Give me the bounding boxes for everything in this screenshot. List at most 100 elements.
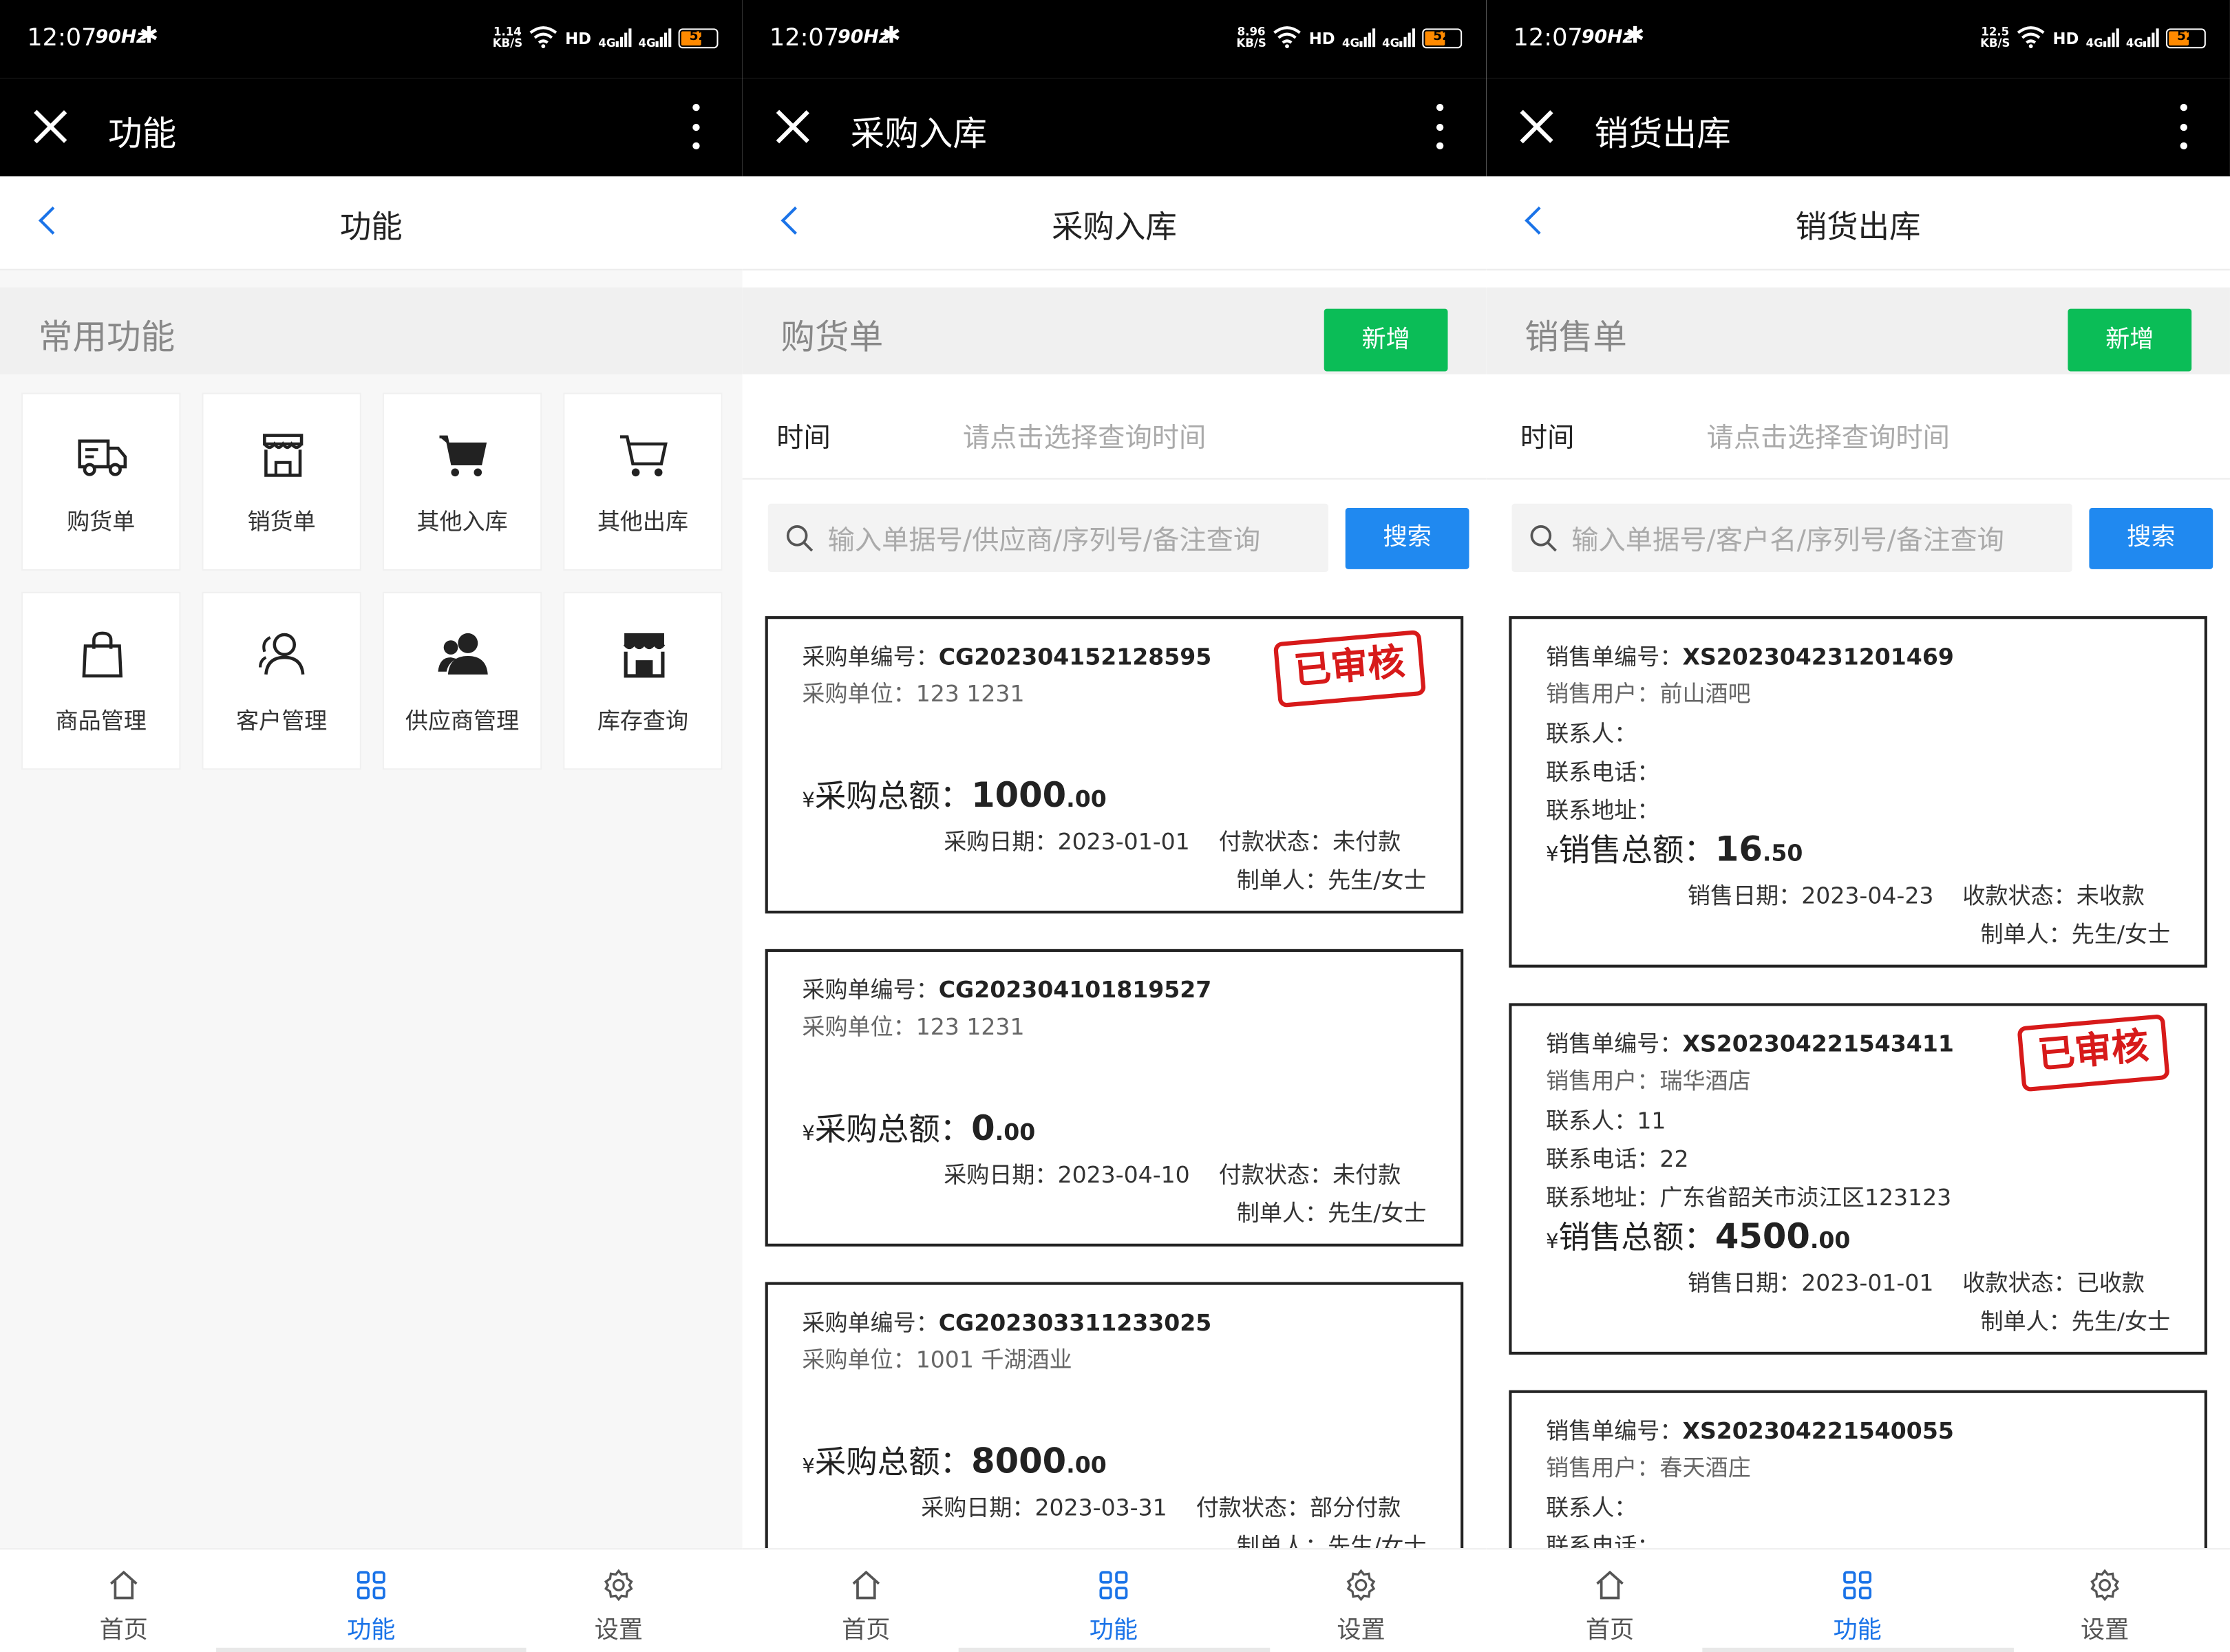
- truck-icon: [78, 439, 127, 476]
- purchase-order-card[interactable]: 采购单编号：CG202303311233025 采购单位：1001 千湖酒业 ¥…: [765, 1282, 1464, 1580]
- time-picker[interactable]: 请点击选择查询时间: [1707, 417, 1950, 456]
- contact-person: 联系人：: [1546, 720, 1637, 748]
- function-customer-management[interactable]: 客户管理: [202, 591, 361, 770]
- search-input[interactable]: 输入单据号/供应商/序列号/备注查询: [767, 503, 1328, 573]
- sales-date-status: 销售日期：2023-04-23 收款状态：未收款: [1687, 882, 2145, 909]
- net-speed: 1.14 KB/S: [492, 25, 523, 50]
- signal-4g-2: 4G: [638, 26, 672, 50]
- bottom-tab-bar: 首页 功能 设置: [742, 1548, 1487, 1652]
- function-sales-order[interactable]: 销货单: [202, 392, 361, 571]
- search-icon: [786, 525, 814, 552]
- tab-functions[interactable]: 功能: [990, 1549, 1238, 1652]
- bottom-tab-bar: 首页 功能 设置: [1486, 1548, 2230, 1652]
- tab-settings[interactable]: 设置: [495, 1549, 743, 1652]
- sales-customer: 销售用户：前山酒吧: [1546, 680, 1751, 708]
- nav-bar: 功能: [0, 176, 743, 271]
- tab-functions[interactable]: 功能: [1734, 1549, 1982, 1652]
- gear-icon: [1346, 1569, 1376, 1602]
- status-right: 12.5 KB/S HD 4G 4G 52: [1980, 21, 2206, 56]
- purchase-date-status: 采购日期：2023-01-01 付款状态：未付款: [944, 828, 1401, 856]
- gesture-bar: [958, 1647, 1271, 1652]
- more-menu-icon[interactable]: [2179, 103, 2187, 150]
- function-supplier-management[interactable]: 供应商管理: [382, 591, 542, 770]
- close-icon[interactable]: [31, 108, 68, 145]
- section-title: 销售单: [1525, 317, 1627, 357]
- close-icon[interactable]: [1518, 108, 1555, 145]
- gear-icon: [2090, 1569, 2119, 1602]
- time-picker[interactable]: 请点击选择查询时间: [963, 417, 1206, 456]
- cart-filled-icon: [439, 435, 487, 477]
- nav-bar: 采购入库: [742, 176, 1487, 271]
- signal-4g-1: 4G: [2086, 26, 2119, 50]
- contact-address: 联系地址：广东省韶关市浈江区123123: [1546, 1183, 1952, 1211]
- home-icon: [109, 1570, 138, 1600]
- hd-label: HD: [1308, 29, 1335, 48]
- search-placeholder: 输入单据号/供应商/序列号/备注查询: [827, 525, 1261, 557]
- tab-home[interactable]: 首页: [1486, 1549, 1734, 1652]
- sales-outbound-screen: 12:07 90Hz ✱ 12.5 KB/S HD 4G 4G 52 销货出库 销…: [1486, 0, 2230, 1652]
- status-bar: 12:07 90Hz ✱ 1.14 KB/S HD 4G 4G 52: [0, 0, 743, 78]
- add-button[interactable]: 新增: [1324, 308, 1448, 372]
- close-icon[interactable]: [774, 108, 811, 145]
- page-title: 采购入库: [1051, 210, 1177, 246]
- sales-total: ¥销售总额：16.50: [1546, 829, 1803, 870]
- grid-icon: [1099, 1571, 1128, 1600]
- functions-screen: 12:07 90Hz ✱ 1.14 KB/S HD 4G 4G 52 功能 功能 …: [0, 0, 743, 1652]
- tab-home[interactable]: 首页: [0, 1549, 248, 1652]
- tab-functions[interactable]: 功能: [248, 1549, 496, 1652]
- function-goods-management[interactable]: 商品管理: [21, 591, 181, 770]
- function-label: 购货单: [67, 507, 136, 536]
- purchase-unit: 采购单位：1001 千湖酒业: [802, 1346, 1072, 1373]
- function-label: 客户管理: [235, 707, 328, 734]
- tab-settings[interactable]: 设置: [1238, 1549, 1485, 1652]
- function-purchase-order[interactable]: 购货单: [21, 392, 181, 571]
- section-header: 常用功能: [0, 287, 743, 374]
- order-number: 采购单编号：CG202304152128595: [802, 643, 1212, 670]
- signal-4g-1: 4G: [598, 26, 632, 50]
- tab-label: 功能: [1089, 1616, 1138, 1645]
- search-button[interactable]: 搜索: [2089, 507, 2213, 569]
- function-label: 商品管理: [55, 707, 147, 734]
- bag-icon: [82, 631, 123, 678]
- time-filter[interactable]: 时间 请点击选择查询时间: [742, 391, 1487, 480]
- status-time: 12:07: [1513, 24, 1583, 53]
- time-filter[interactable]: 时间 请点击选择查询时间: [1486, 391, 2230, 480]
- order-number: 销售单编号：XS202304231201469: [1546, 643, 1954, 670]
- purchase-order-card[interactable]: 采购单编号：CG202304152128595 采购单位：123 1231 ¥采…: [765, 616, 1464, 914]
- grid-icon: [1843, 1571, 1872, 1600]
- tab-home[interactable]: 首页: [743, 1549, 990, 1652]
- sales-total: ¥销售总额：4500.00: [1546, 1216, 1851, 1257]
- signal-4g-2: 4G: [1382, 26, 1415, 50]
- wifi-icon: [529, 25, 558, 52]
- function-inventory-query[interactable]: 库存查询: [563, 591, 723, 770]
- more-menu-icon[interactable]: [1435, 103, 1443, 150]
- approved-stamp: 已审核: [2017, 1013, 2170, 1092]
- sales-date-status: 销售日期：2023-01-01 收款状态：已收款: [1687, 1269, 2145, 1297]
- sales-order-card[interactable]: 销售单编号：XS202304221543411 销售用户：瑞华酒店 联系人：11…: [1509, 1003, 2207, 1355]
- status-bar: 12:07 90Hz ✱ 12.5 KB/S HD 4G 4G 52: [1486, 0, 2230, 78]
- app-titlebar: 采购入库: [742, 78, 1487, 177]
- function-other-outbound[interactable]: 其他出库: [563, 392, 723, 571]
- purchase-order-card[interactable]: 采购单编号：CG202304101819527 采购单位：123 1231 ¥采…: [765, 949, 1464, 1247]
- function-label: 其他入库: [416, 507, 508, 536]
- nav-bar: 销货出库: [1486, 176, 2230, 271]
- status-time: 12:07: [769, 24, 840, 53]
- function-label: 库存查询: [597, 707, 689, 734]
- order-maker: 制单人：先生/女士: [1236, 1199, 1427, 1227]
- approved-stamp: 已审核: [1273, 629, 1427, 708]
- gesture-bar: [216, 1647, 527, 1652]
- tab-settings[interactable]: 设置: [1981, 1549, 2229, 1652]
- sales-customer: 销售用户：春天酒庄: [1546, 1454, 1751, 1481]
- search-button[interactable]: 搜索: [1345, 507, 1469, 569]
- search-row: 输入单据号/客户名/序列号/备注查询 搜索: [1486, 480, 2230, 595]
- more-menu-icon[interactable]: [691, 103, 699, 150]
- status-time: 12:07: [27, 24, 97, 53]
- order-number: 采购单编号：CG202303311233025: [802, 1309, 1212, 1337]
- purchase-total: ¥采购总额：0.00: [802, 1108, 1036, 1149]
- function-other-inbound[interactable]: 其他入库: [382, 392, 542, 571]
- add-button[interactable]: 新增: [2068, 308, 2192, 372]
- contact-phone: 联系电话：22: [1546, 1145, 1689, 1173]
- store-icon: [263, 434, 304, 477]
- search-input[interactable]: 输入单据号/客户名/序列号/备注查询: [1511, 503, 2072, 573]
- sales-order-card[interactable]: 销售单编号：XS202304231201469 销售用户：前山酒吧 联系人： 联…: [1509, 616, 2207, 968]
